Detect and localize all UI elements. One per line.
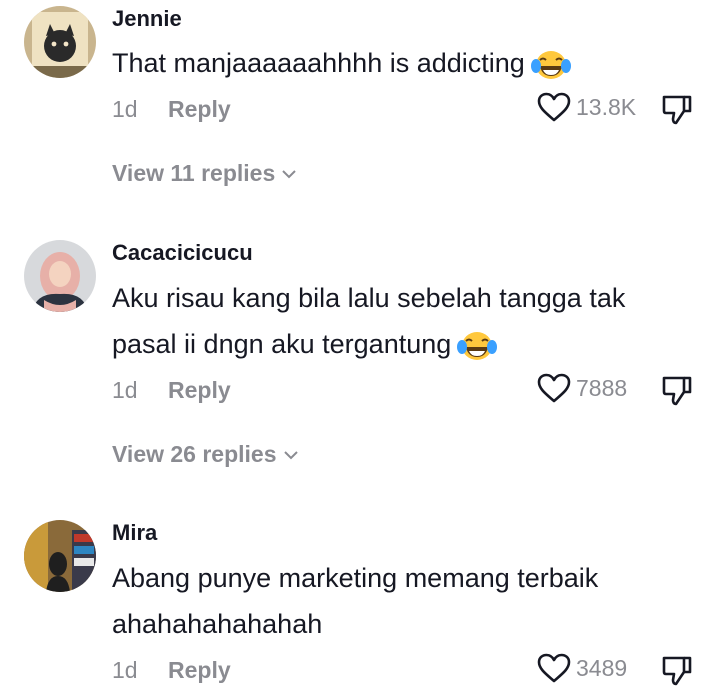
avatar-image-mira <box>24 520 96 592</box>
view-replies-label: View 26 replies <box>112 441 277 467</box>
avatar[interactable] <box>24 240 96 312</box>
view-replies-button[interactable]: View 11 replies <box>112 160 297 187</box>
avatar-image-jennie <box>24 6 96 78</box>
avatar-image-cacacicicucu <box>24 240 96 312</box>
view-replies-button[interactable]: View 26 replies <box>112 441 299 468</box>
heart-outline-icon <box>537 373 571 403</box>
reply-button[interactable]: Reply <box>168 657 231 684</box>
comment-time: 1d <box>112 96 138 122</box>
reply-button[interactable]: Reply <box>168 377 231 404</box>
like-button[interactable]: 7888 <box>536 372 627 404</box>
like-count: 13.8K <box>576 93 637 120</box>
thumbs-down-icon[interactable] <box>660 373 694 407</box>
comment-time: 1d <box>112 657 138 683</box>
like-count: 7888 <box>576 374 628 401</box>
comment-time: 1d <box>112 377 138 403</box>
like-count: 3489 <box>576 654 628 681</box>
comment-username[interactable]: Jennie <box>112 6 182 32</box>
comment-text: That manjaaaaaahhhh is addicting <box>112 40 692 86</box>
heart-outline-icon <box>537 653 571 683</box>
comment-text: Abang punye marketing memang terbaik aha… <box>112 563 599 639</box>
chevron-down-icon <box>282 169 296 178</box>
comment-username[interactable]: Mira <box>112 520 157 546</box>
comment-text-content: Aku risau kang bila lalu sebelah tangga … <box>112 283 626 359</box>
thumbs-down-icon[interactable] <box>660 92 694 126</box>
reply-button[interactable]: Reply <box>168 96 231 123</box>
avatar[interactable] <box>24 520 96 592</box>
avatar[interactable] <box>24 6 96 78</box>
comment-username[interactable]: Cacacicicucu <box>112 240 253 266</box>
heart-outline-icon <box>537 92 571 122</box>
view-replies-label: View 11 replies <box>112 160 276 186</box>
laughing-tears-emoji-icon <box>530 50 571 79</box>
comment-text-content: That manjaaaaaahhhh is addicting <box>112 48 525 78</box>
comment-text: Aku risau kang bila lalu sebelah tangga … <box>112 275 692 367</box>
laughing-tears-emoji-icon <box>457 331 498 360</box>
like-button[interactable]: 13.8K <box>536 91 636 123</box>
like-button[interactable]: 3489 <box>536 652 627 684</box>
chevron-down-icon <box>283 450 298 459</box>
thumbs-down-icon[interactable] <box>660 653 694 687</box>
